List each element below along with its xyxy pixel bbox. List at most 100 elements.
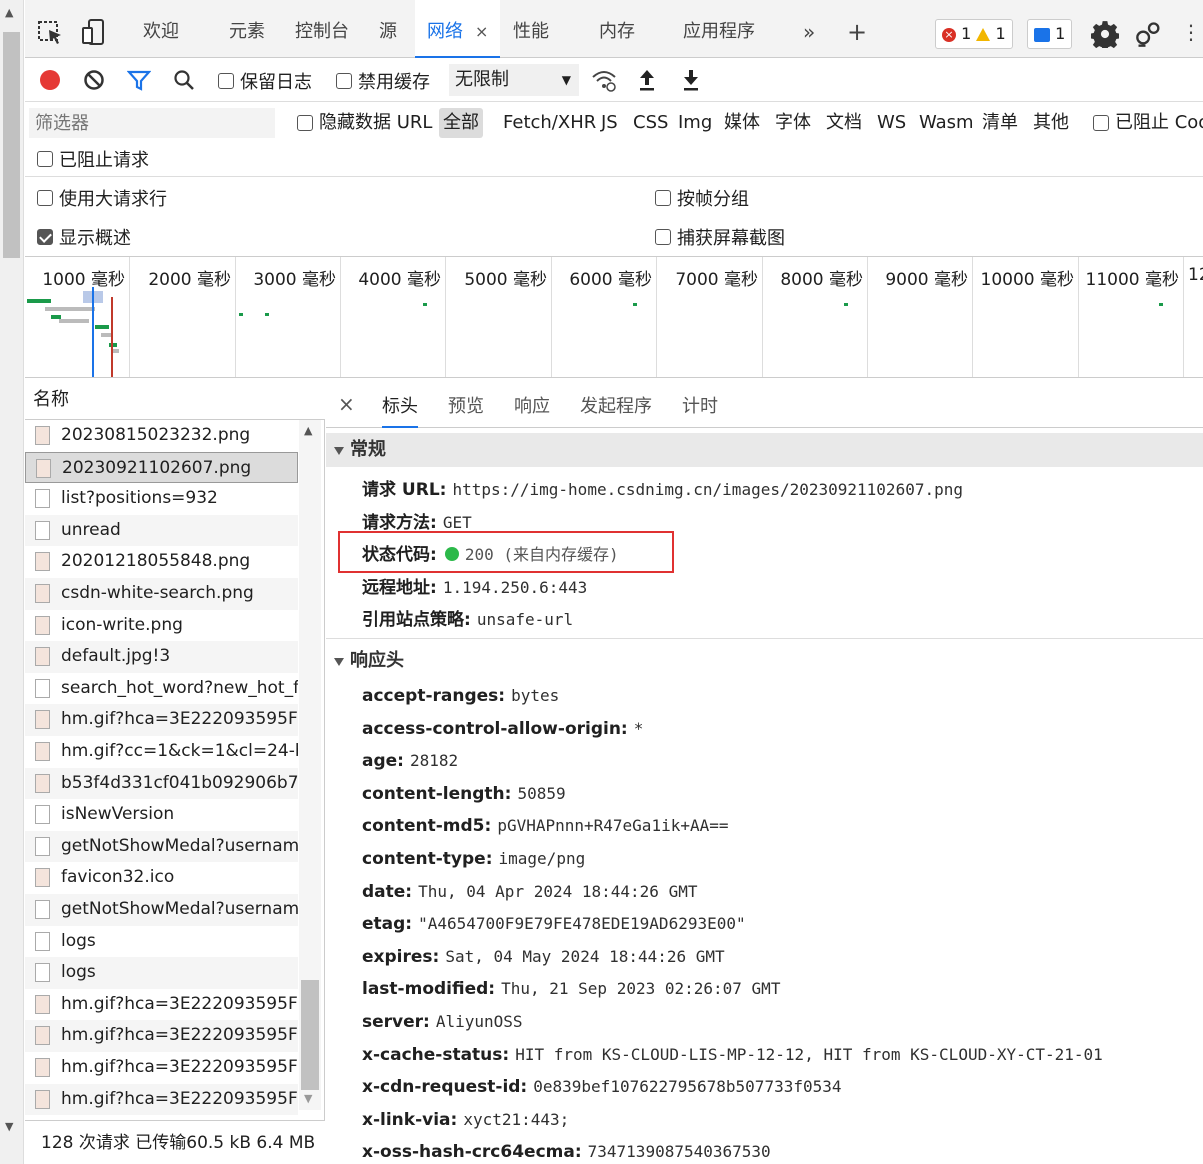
tab-sources[interactable]: 源 — [379, 0, 397, 58]
response-headers-section-header[interactable]: 响应头 — [326, 644, 1203, 678]
close-tab-icon[interactable]: × — [475, 22, 488, 41]
messages-badge[interactable]: 1 — [1027, 19, 1073, 49]
big-request-rows-checkbox[interactable]: 使用大请求行 — [37, 185, 167, 211]
request-row[interactable]: list?positions=932 — [25, 483, 298, 515]
tab-preview[interactable]: 预览 — [448, 392, 484, 418]
capture-screenshots-checkbox[interactable]: 捕获屏幕截图 — [655, 224, 785, 250]
clear-icon[interactable] — [83, 69, 105, 91]
tab-memory[interactable]: 内存 — [599, 0, 635, 58]
blocked-cookies-check[interactable] — [1093, 115, 1109, 131]
filter-input[interactable] — [29, 108, 275, 138]
highlight-box — [338, 531, 674, 573]
filter-type-img[interactable]: Img — [674, 108, 716, 138]
request-row[interactable]: hm.gif?cc=1&ck=1&cl=24-bit — [25, 736, 298, 768]
request-row[interactable]: hm.gif?hca=3E222093595FBF. — [25, 989, 298, 1021]
filter-type-wasm[interactable]: Wasm — [915, 108, 978, 138]
disable-cache-checkbox[interactable]: 禁用缓存 — [336, 68, 430, 94]
group-by-frame-check[interactable] — [655, 190, 671, 206]
close-detail-icon[interactable]: × — [338, 392, 355, 416]
request-row[interactable]: 20201218055848.png — [25, 546, 298, 578]
request-row[interactable]: hm.gif?hca=3E222093595FBF. — [25, 704, 298, 736]
hide-data-url-check[interactable] — [297, 115, 313, 131]
page-scrollbar[interactable]: ▲ ▼ — [0, 0, 24, 1164]
disable-cache-check[interactable] — [336, 73, 352, 89]
request-row[interactable]: hm.gif?hca=3E222093595FBF. — [25, 1083, 298, 1116]
filter-type-manifest[interactable]: 清单 — [978, 108, 1022, 138]
request-row[interactable]: b53f4d331cf041b092906b78b — [25, 767, 298, 800]
tab-application[interactable]: 应用程序 — [683, 0, 755, 58]
request-row[interactable]: unread — [25, 514, 298, 547]
tab-network[interactable]: 网络 × — [415, 0, 501, 58]
blocked-requests-checkbox[interactable]: 已阻止请求 — [37, 146, 149, 172]
preserve-log-checkbox[interactable]: 保留日志 — [218, 68, 312, 94]
filter-type-other[interactable]: 其他 — [1029, 108, 1073, 138]
preserve-log-check[interactable] — [218, 73, 234, 89]
tab-headers[interactable]: 标头 — [382, 392, 418, 428]
request-row[interactable]: hm.gif?hca=3E222093595FBF. — [25, 1052, 298, 1084]
request-row[interactable]: 20230815023232.png — [25, 420, 298, 452]
tab-response[interactable]: 响应 — [514, 392, 550, 418]
tab-elements[interactable]: 元素 — [229, 0, 265, 58]
scroll-up-arrow-icon[interactable]: ▲ — [304, 424, 312, 437]
show-overview-checkbox[interactable]: 显示概述 — [37, 224, 131, 250]
disable-cache-label: 禁用缓存 — [358, 72, 430, 93]
add-tab-icon[interactable]: + — [847, 0, 867, 58]
name-column-header[interactable]: 名称 — [25, 380, 325, 420]
network-conditions-icon[interactable] — [591, 68, 617, 92]
tab-initiator[interactable]: 发起程序 — [580, 392, 652, 418]
issues-badge[interactable]: × 1 1 — [935, 19, 1013, 49]
request-row[interactable]: hm.gif?hca=3E222093595FBF. — [25, 1020, 298, 1052]
blocked-requests-check[interactable] — [37, 151, 53, 167]
request-row[interactable]: default.jpg!3 — [25, 641, 298, 673]
tab-performance[interactable]: 性能 — [513, 0, 549, 58]
request-row[interactable]: logs — [25, 926, 298, 958]
export-har-icon[interactable] — [681, 68, 701, 92]
request-row[interactable]: 20230921102607.png — [25, 451, 298, 484]
request-list-scroll-thumb[interactable] — [301, 980, 319, 1090]
inspect-element-icon[interactable] — [37, 18, 65, 46]
tab-welcome[interactable]: 欢迎 — [143, 0, 179, 58]
hide-data-url-checkbox[interactable]: 隐藏数据 URL — [293, 108, 436, 138]
request-row[interactable]: isNewVersion — [25, 799, 298, 831]
request-row[interactable]: csdn-white-search.png — [25, 578, 298, 610]
record-icon[interactable] — [39, 69, 61, 91]
filter-type-font[interactable]: 字体 — [771, 108, 815, 138]
more-options-icon[interactable]: ⋮ — [1181, 0, 1201, 58]
request-row[interactable]: logs — [25, 957, 298, 989]
settings-gear-icon[interactable] — [1091, 20, 1119, 48]
page-scroll-thumb[interactable] — [3, 32, 20, 258]
filter-type-media[interactable]: 媒体 — [720, 108, 764, 138]
more-tabs-icon[interactable]: » — [803, 0, 815, 58]
filter-type-fetch-xhr[interactable]: Fetch/XHR — [499, 108, 600, 138]
import-har-icon[interactable] — [637, 68, 657, 92]
request-row[interactable]: search_hot_word?new_hot_fla — [25, 673, 298, 705]
response-header-row: accept-ranges: bytes — [362, 686, 559, 706]
scroll-down-arrow-icon[interactable]: ▼ — [304, 1092, 312, 1105]
filter-icon[interactable] — [127, 69, 151, 91]
network-overview[interactable]: 1000 毫秒 2000 毫秒 3000 毫秒 4000 毫秒 5000 毫秒 … — [25, 256, 1203, 378]
device-emulation-icon[interactable] — [81, 18, 109, 46]
request-row[interactable]: getNotShowMedal?username — [25, 894, 298, 926]
tab-console[interactable]: 控制台 — [295, 0, 349, 58]
filter-type-doc[interactable]: 文档 — [822, 108, 866, 138]
connect-devices-icon[interactable] — [1135, 20, 1163, 48]
blocked-cookies-checkbox[interactable]: 已阻止 Coo — [1089, 108, 1203, 138]
request-row[interactable]: icon-write.png — [25, 610, 298, 642]
group-by-frame-checkbox[interactable]: 按帧分组 — [655, 185, 749, 211]
scroll-down-arrow-icon[interactable]: ▼ — [5, 1120, 13, 1133]
throttling-select[interactable]: 无限制 ▼ — [449, 64, 579, 96]
request-row[interactable]: getNotShowMedal?username — [25, 830, 298, 863]
request-list-scrollbar[interactable]: ▲ ▼ — [299, 420, 321, 1110]
general-section-header[interactable]: 常规 — [326, 433, 1203, 467]
filter-type-ws[interactable]: WS — [873, 108, 910, 138]
filter-type-js[interactable]: JS — [597, 108, 622, 138]
request-row[interactable]: favicon32.ico — [25, 862, 298, 894]
scroll-up-arrow-icon[interactable]: ▲ — [5, 6, 13, 19]
filter-type-css[interactable]: CSS — [629, 108, 672, 138]
big-request-rows-check[interactable] — [37, 190, 53, 206]
show-overview-check[interactable] — [37, 229, 53, 245]
capture-screenshots-check[interactable] — [655, 229, 671, 245]
search-icon[interactable] — [173, 69, 195, 91]
tab-timing[interactable]: 计时 — [682, 392, 718, 418]
filter-type-all[interactable]: 全部 — [439, 108, 483, 138]
